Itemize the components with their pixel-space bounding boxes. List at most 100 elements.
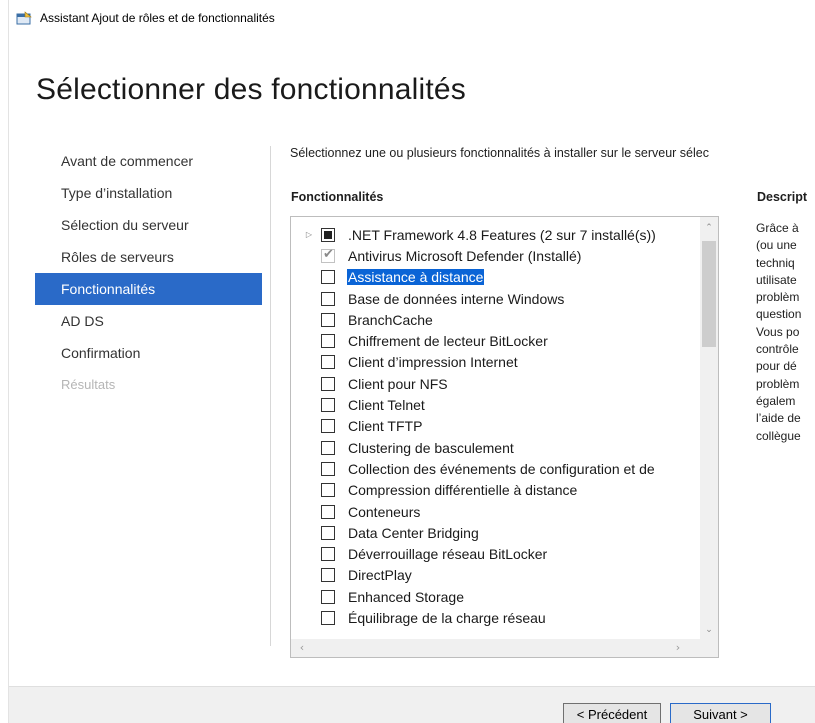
- instruction-text: Sélectionnez une ou plusieurs fonctionna…: [290, 146, 709, 160]
- feature-row[interactable]: Enhanced Storage: [291, 586, 701, 607]
- nav-item[interactable]: Fonctionnalités: [35, 273, 262, 305]
- nav-item[interactable]: Avant de commencer: [35, 145, 262, 177]
- feature-label[interactable]: .NET Framework 4.8 Features (2 sur 7 ins…: [347, 227, 657, 243]
- description-line: utilisate: [756, 272, 797, 287]
- feature-row[interactable]: Data Center Bridging: [291, 522, 701, 543]
- window-title: Assistant Ajout de rôles et de fonctionn…: [40, 11, 275, 25]
- feature-label[interactable]: DirectPlay: [347, 567, 413, 583]
- feature-label[interactable]: Client TFTP: [347, 418, 423, 434]
- nav-item[interactable]: Type d’installation: [35, 177, 262, 209]
- feature-label[interactable]: Data Center Bridging: [347, 525, 480, 541]
- feature-label[interactable]: Déverrouillage réseau BitLocker: [347, 546, 548, 562]
- page-title: Sélectionner des fonctionnalités: [36, 73, 467, 106]
- description-line: l’aide de: [756, 411, 801, 426]
- description-line: problèm: [756, 290, 800, 305]
- feature-row[interactable]: Collection des événements de configurati…: [291, 458, 701, 479]
- feature-checkbox[interactable]: [321, 227, 335, 242]
- vertical-scrollbar[interactable]: ⌃ ⌄: [700, 217, 718, 639]
- next-button[interactable]: Suivant >: [670, 703, 771, 723]
- feature-checkbox[interactable]: [321, 610, 335, 625]
- feature-checkbox[interactable]: [321, 461, 335, 476]
- feature-checkbox[interactable]: [321, 398, 335, 413]
- feature-label[interactable]: Client d’impression Internet: [347, 354, 519, 370]
- feature-row[interactable]: Clustering de basculement: [291, 437, 701, 458]
- feature-checkbox[interactable]: [321, 504, 335, 519]
- feature-label[interactable]: Compression différentielle à distance: [347, 482, 578, 498]
- feature-description: Grâce à (ou une techniq utilisate problèm que…: [756, 220, 815, 445]
- feature-row[interactable]: Client Telnet: [291, 394, 701, 415]
- scroll-up-icon[interactable]: ⌃: [700, 219, 718, 237]
- feature-checkbox[interactable]: [321, 291, 335, 306]
- feature-label[interactable]: Collection des événements de configurati…: [347, 461, 656, 477]
- description-line: Vous po: [756, 324, 800, 339]
- window-left-edge: [0, 0, 9, 723]
- feature-row[interactable]: Déverrouillage réseau BitLocker: [291, 543, 701, 564]
- feature-label[interactable]: Clustering de basculement: [347, 440, 515, 456]
- feature-checkbox[interactable]: [321, 270, 335, 285]
- feature-row[interactable]: Base de données interne Windows: [291, 288, 701, 309]
- feature-label[interactable]: Assistance à distance: [347, 269, 485, 286]
- feature-checkbox[interactable]: [321, 547, 335, 562]
- scroll-left-icon[interactable]: ‹: [293, 639, 311, 657]
- feature-checkbox[interactable]: [321, 440, 335, 455]
- feature-checkbox[interactable]: [321, 419, 335, 434]
- nav-item: Résultats: [61, 377, 116, 392]
- nav-divider: [270, 146, 271, 646]
- nav-item[interactable]: Rôles de serveurs: [35, 241, 262, 273]
- description-line: collègue: [756, 428, 801, 443]
- feature-row[interactable]: DirectPlay: [291, 565, 701, 586]
- description-line: pour dé: [756, 359, 797, 374]
- nav-item[interactable]: Confirmation: [35, 337, 262, 369]
- feature-label[interactable]: BranchCache: [347, 312, 434, 328]
- description-line: problèm: [756, 376, 800, 391]
- feature-label[interactable]: Base de données interne Windows: [347, 291, 565, 307]
- feature-row[interactable]: Client d’impression Internet: [291, 352, 701, 373]
- feature-label[interactable]: Équilibrage de la charge réseau: [347, 610, 547, 626]
- description-line: question: [756, 307, 802, 322]
- feature-label[interactable]: Conteneurs: [347, 504, 421, 520]
- feature-checkbox[interactable]: [321, 568, 335, 583]
- horizontal-scrollbar[interactable]: ‹ ›: [291, 639, 701, 657]
- feature-row[interactable]: Client TFTP: [291, 416, 701, 437]
- feature-checkbox[interactable]: [321, 312, 335, 327]
- feature-row[interactable]: BranchCache: [291, 309, 701, 330]
- description-line: (ou une: [756, 238, 797, 253]
- description-line: techniq: [756, 255, 795, 270]
- description-line: contrôle: [756, 342, 799, 357]
- feature-checkbox[interactable]: [321, 355, 335, 370]
- feature-label[interactable]: Client Telnet: [347, 397, 426, 413]
- feature-label[interactable]: Chiffrement de lecteur BitLocker: [347, 333, 549, 349]
- feature-checkbox[interactable]: [321, 376, 335, 391]
- feature-row[interactable]: ▷ .NET Framework 4.8 Features (2 sur 7 in…: [291, 224, 701, 245]
- feature-label[interactable]: Enhanced Storage: [347, 589, 465, 605]
- scroll-right-icon[interactable]: ›: [669, 639, 687, 657]
- feature-checkbox[interactable]: [321, 483, 335, 498]
- feature-checkbox[interactable]: [321, 525, 335, 540]
- features-column-label: Fonctionnalités: [291, 190, 384, 204]
- scrollbar-corner: [700, 639, 718, 657]
- title-bar: Assistant Ajout de rôles et de fonctionn…: [16, 8, 275, 28]
- feature-row[interactable]: Assistance à distance: [291, 267, 701, 288]
- server-manager-icon: [16, 11, 32, 25]
- description-line: Grâce à: [756, 221, 799, 235]
- feature-row[interactable]: Conteneurs: [291, 501, 701, 522]
- feature-label[interactable]: Client pour NFS: [347, 376, 449, 392]
- feature-row[interactable]: Antivirus Microsoft Defender (Installé): [291, 245, 701, 266]
- wizard-steps-nav: Avant de commencer Type d’installation Sél…: [35, 145, 262, 401]
- feature-row[interactable]: Chiffrement de lecteur BitLocker: [291, 330, 701, 351]
- expand-arrow-icon[interactable]: ▷: [301, 230, 317, 239]
- description-line: égalem: [756, 393, 796, 408]
- nav-item[interactable]: Sélection du serveur: [35, 209, 262, 241]
- scroll-down-icon[interactable]: ⌄: [700, 621, 718, 639]
- feature-row[interactable]: Client pour NFS: [291, 373, 701, 394]
- features-list[interactable]: ▷ .NET Framework 4.8 Features (2 sur 7 in…: [290, 216, 719, 658]
- scroll-thumb[interactable]: [702, 241, 716, 347]
- feature-row[interactable]: Compression différentielle à distance: [291, 480, 701, 501]
- feature-checkbox[interactable]: [321, 589, 335, 604]
- feature-checkbox: [321, 247, 335, 263]
- feature-checkbox[interactable]: [321, 334, 335, 349]
- nav-item[interactable]: AD DS: [35, 305, 262, 337]
- feature-label[interactable]: Antivirus Microsoft Defender (Installé): [347, 248, 582, 264]
- previous-button[interactable]: < Précédent: [563, 703, 661, 723]
- feature-row[interactable]: Équilibrage de la charge réseau: [291, 607, 701, 628]
